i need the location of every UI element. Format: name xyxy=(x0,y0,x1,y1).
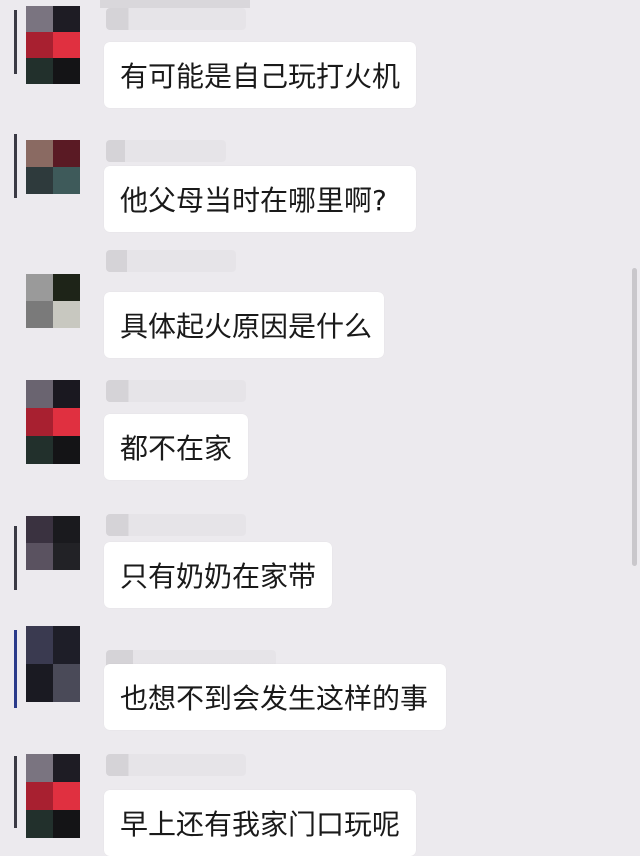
avatar-edge xyxy=(14,756,17,828)
avatar[interactable] xyxy=(26,380,80,464)
avatar[interactable] xyxy=(26,274,80,328)
avatar-edge xyxy=(14,526,17,590)
message-text: 他父母当时在哪里啊? xyxy=(120,184,387,217)
sender-name-redacted xyxy=(106,754,246,776)
sender-name-redacted xyxy=(106,380,246,402)
message-bubble[interactable]: 早上还有我家门口玩呢 xyxy=(104,790,416,856)
sender-name-redacted xyxy=(106,250,236,272)
message-row: 具体起火原因是什么 xyxy=(0,246,600,358)
message-row: 只有奶奶在家带 xyxy=(0,508,600,608)
scrollbar[interactable] xyxy=(632,268,637,566)
avatar[interactable] xyxy=(26,140,80,194)
message-text: 都不在家 xyxy=(120,432,233,465)
message-row: 早上还有我家门口玩呢 xyxy=(0,748,600,856)
avatar-edge xyxy=(14,134,17,198)
sender-name-redacted xyxy=(106,514,246,536)
message-row: 他父母当时在哪里啊? xyxy=(0,128,600,232)
message-bubble[interactable]: 也想不到会发生这样的事 xyxy=(104,664,446,730)
avatar[interactable] xyxy=(26,516,80,570)
avatar[interactable] xyxy=(26,6,80,84)
message-row: 有可能是自己玩打火机 xyxy=(0,0,600,108)
message-text: 也想不到会发生这样的事 xyxy=(120,682,429,715)
message-bubble[interactable]: 他父母当时在哪里啊? xyxy=(104,166,416,232)
message-bubble[interactable]: 都不在家 xyxy=(104,414,248,480)
message-text: 只有奶奶在家带 xyxy=(120,560,317,593)
message-text: 早上还有我家门口玩呢 xyxy=(120,808,401,841)
message-bubble[interactable]: 有可能是自己玩打火机 xyxy=(104,42,416,108)
message-row: 也想不到会发生这样的事 xyxy=(0,620,600,730)
message-text: 有可能是自己玩打火机 xyxy=(120,60,401,93)
avatar-edge xyxy=(14,10,17,74)
message-bubble[interactable]: 具体起火原因是什么 xyxy=(104,292,384,358)
avatar-edge xyxy=(14,630,17,708)
avatar[interactable] xyxy=(26,754,80,838)
sender-name-redacted xyxy=(106,8,246,30)
message-row: 都不在家 xyxy=(0,376,600,480)
message-text: 具体起火原因是什么 xyxy=(120,310,373,343)
chat-message-list: 有可能是自己玩打火机 他父母当时在哪里啊? 具体起火原因是什么 都不在家 只有奶… xyxy=(0,0,640,856)
avatar[interactable] xyxy=(26,626,80,702)
sender-name-redacted xyxy=(106,140,226,162)
message-bubble[interactable]: 只有奶奶在家带 xyxy=(104,542,332,608)
